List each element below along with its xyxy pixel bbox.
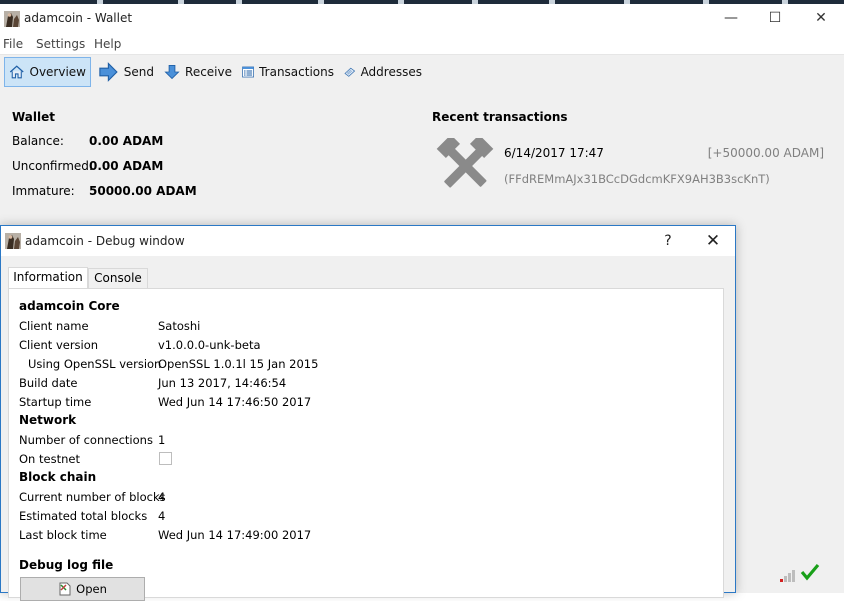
addresses-button[interactable]: Addresses: [340, 57, 426, 87]
last-block-time-label: Last block time: [19, 528, 107, 542]
debug-close-button[interactable]: ✕: [691, 226, 735, 256]
unconfirmed-label: Unconfirmed:: [12, 159, 93, 173]
current-blocks-value: 4: [158, 490, 166, 504]
unconfirmed-value: 0.00 ADAM: [89, 159, 164, 173]
synced-checkmark-icon[interactable]: [800, 562, 820, 582]
tab-console[interactable]: Console: [88, 268, 148, 289]
balance-label: Balance:: [12, 134, 64, 148]
receive-button[interactable]: Receive: [160, 57, 236, 87]
minimize-button[interactable]: —: [708, 4, 754, 34]
last-block-time-value: Wed Jun 14 17:49:00 2017: [158, 528, 312, 542]
connections-value: 1: [158, 433, 166, 447]
immature-value: 50000.00 ADAM: [89, 184, 197, 198]
debug-title-bar[interactable]: adamcoin - Debug window ? ✕: [1, 226, 735, 256]
send-arrow-icon: [99, 62, 118, 82]
network-signal-icon[interactable]: [780, 568, 798, 582]
testnet-label: On testnet: [19, 452, 80, 466]
status-bar: [776, 560, 844, 593]
client-name-label: Client name: [19, 319, 89, 333]
main-title-bar[interactable]: adamcoin - Wallet — ☐ ✕: [0, 4, 844, 34]
build-date-label: Build date: [19, 376, 78, 390]
client-version-label: Client version: [19, 338, 99, 352]
overview-button[interactable]: Overview: [4, 57, 91, 87]
connections-label: Number of connections: [19, 433, 153, 447]
transactions-label: Transactions: [259, 65, 334, 79]
receive-label: Receive: [185, 65, 232, 79]
client-name-value: Satoshi: [158, 319, 201, 333]
main-toolbar: Overview Send Receive Transactions Addre…: [0, 54, 844, 91]
transaction-date: 6/14/2017 17:47: [504, 146, 604, 160]
maximize-button[interactable]: ☐: [752, 4, 798, 34]
tab-information[interactable]: Information: [8, 267, 88, 289]
build-date-value: Jun 13 2017, 14:46:54: [158, 376, 287, 390]
total-blocks-label: Estimated total blocks: [19, 509, 148, 523]
main-window-title: adamcoin - Wallet: [24, 11, 133, 25]
testnet-checkbox: [159, 452, 172, 465]
open-button-label: Open: [76, 582, 107, 596]
openssl-version-value: OpenSSL 1.0.1l 15 Jan 2015: [158, 357, 319, 371]
transactions-list-icon: [242, 66, 254, 78]
blockchain-section-heading: Block chain: [19, 470, 97, 484]
mining-hammers-icon: [436, 138, 494, 188]
openssl-version-label: Using OpenSSL version: [28, 357, 162, 371]
transaction-address: (FFdREMmAJx31BCcDGdcmKFX9AH3B3scKnT): [504, 172, 770, 186]
adamcoin-app-icon: [4, 11, 20, 27]
menu-help[interactable]: Help: [94, 37, 121, 51]
immature-label: Immature:: [12, 184, 75, 198]
menu-bar: File Settings Help: [0, 34, 844, 54]
wallet-heading: Wallet: [12, 110, 56, 124]
open-debug-log-button[interactable]: Open: [20, 577, 145, 601]
menu-settings[interactable]: Settings: [36, 37, 85, 51]
addresses-label: Addresses: [360, 65, 422, 79]
debug-window-title: adamcoin - Debug window: [25, 234, 185, 248]
help-button[interactable]: ?: [647, 226, 689, 256]
recent-transactions-heading: Recent transactions: [432, 110, 568, 124]
debug-log-section-heading: Debug log file: [19, 558, 114, 572]
debug-window: adamcoin - Debug window ? ✕ Information …: [0, 225, 736, 601]
client-version-value: v1.0.0.0-unk-beta: [158, 338, 261, 352]
menu-file[interactable]: File: [3, 37, 23, 51]
current-blocks-label: Current number of blocks: [19, 490, 166, 504]
core-section-heading: adamcoin Core: [19, 299, 120, 313]
transactions-button[interactable]: Transactions: [238, 57, 338, 87]
adamcoin-app-icon: [5, 233, 21, 249]
send-label: Send: [123, 65, 154, 79]
home-icon: [9, 65, 24, 79]
balance-value: 0.00 ADAM: [89, 134, 164, 148]
overview-label: Overview: [29, 65, 87, 79]
startup-time-value: Wed Jun 14 17:46:50 2017: [158, 395, 312, 409]
receive-arrow-icon: [164, 65, 180, 80]
close-button[interactable]: ✕: [798, 4, 844, 34]
document-icon: [59, 582, 71, 596]
information-panel: adamcoin Core Client name Satoshi Client…: [8, 288, 724, 601]
address-book-icon: [344, 67, 356, 77]
network-section-heading: Network: [19, 413, 77, 427]
startup-time-label: Startup time: [19, 395, 92, 409]
total-blocks-value: 4: [158, 509, 166, 523]
send-button[interactable]: Send: [94, 57, 158, 87]
transaction-amount: [+50000.00 ADAM]: [707, 146, 824, 160]
